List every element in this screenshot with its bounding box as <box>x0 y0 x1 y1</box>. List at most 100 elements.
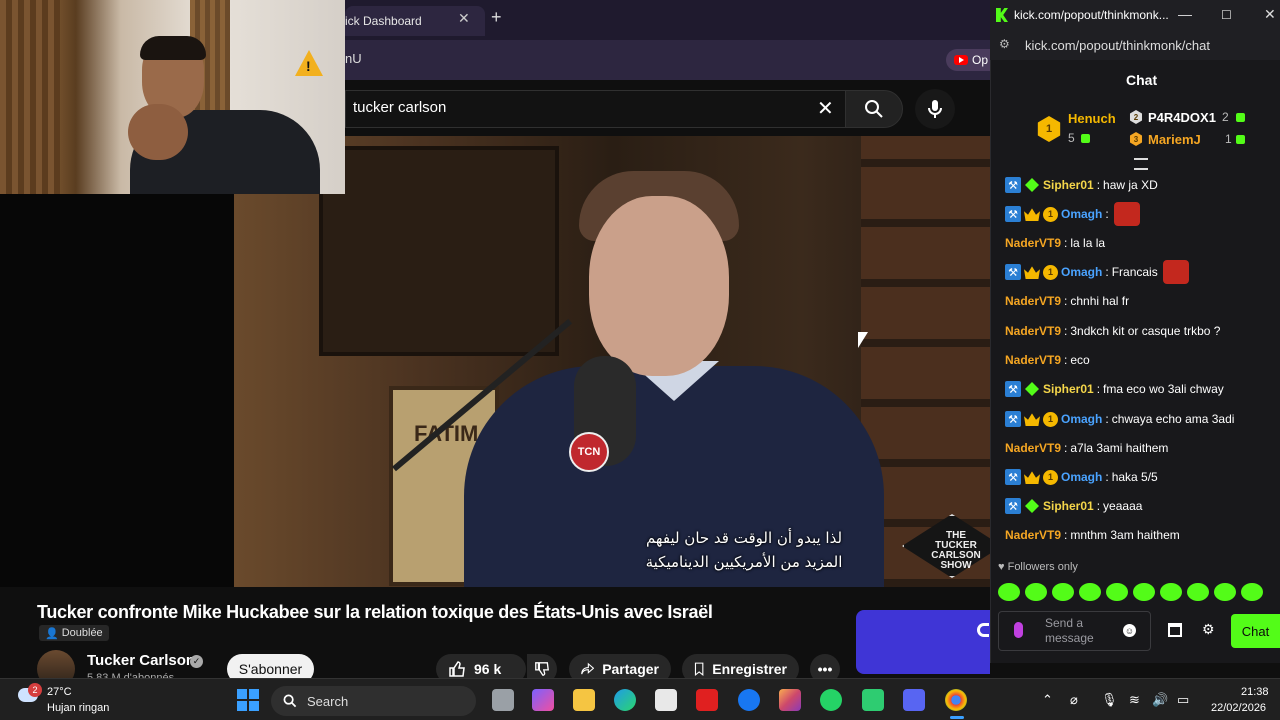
heart-icon: ♥ <box>998 561 1005 573</box>
chat-message: NaderVT9: la la la <box>1005 233 1105 253</box>
emote-button[interactable] <box>1025 583 1047 601</box>
address-text: nU <box>345 51 362 66</box>
copilot-icon[interactable] <box>532 689 554 711</box>
maximize-icon[interactable]: ☐ <box>1221 8 1232 22</box>
battery-icon[interactable]: ▭ <box>1177 692 1189 708</box>
taskbar-search[interactable]: Search <box>271 686 476 716</box>
address-bar[interactable] <box>345 40 1005 80</box>
channel-name[interactable]: Tucker Carlson <box>87 652 195 669</box>
gift-icon[interactable] <box>1168 623 1182 637</box>
chat-settings-icon[interactable]: ⚙ <box>1202 621 1215 638</box>
chat-username[interactable]: NaderVT9 <box>1005 353 1061 367</box>
minimize-icon[interactable]: — <box>1178 6 1192 22</box>
chat-url[interactable]: kick.com/popout/thinkmonk/chat <box>1025 38 1210 53</box>
search-button[interactable] <box>845 90 903 128</box>
emote-button[interactable] <box>1106 583 1128 601</box>
chat-username[interactable]: Omagh <box>1061 207 1102 221</box>
moderator-badge-icon: ⚒ <box>1005 177 1021 193</box>
chat-separator: : <box>1096 499 1101 513</box>
emoji-picker-icon[interactable]: ☺ <box>1123 624 1136 637</box>
chat-message: ⚒ Sipher01: yeaaaa <box>1005 496 1142 516</box>
microphone-icon[interactable]: 🎙 <box>1101 692 1118 708</box>
emote-button[interactable] <box>1079 583 1101 601</box>
leader-name-3[interactable]: MariemJ <box>1148 132 1201 147</box>
voice-search-button[interactable] <box>915 89 955 129</box>
og-badge-icon <box>1025 382 1039 396</box>
emote-button[interactable] <box>1241 583 1263 601</box>
kick-studio-icon[interactable] <box>862 689 884 711</box>
leader-name-1[interactable]: Henuch <box>1068 111 1116 126</box>
more-icon: ••• <box>817 661 833 677</box>
clock-date[interactable]: 22/02/2026 <box>1211 702 1266 714</box>
emote-button[interactable] <box>1214 583 1236 601</box>
crown-badge-icon <box>1024 413 1040 426</box>
followers-only-label: Followers only <box>1007 561 1078 573</box>
chat-header: Chat <box>1126 72 1158 88</box>
edge-browser-icon[interactable] <box>614 689 636 711</box>
emote-button[interactable] <box>1052 583 1074 601</box>
instagram-icon[interactable] <box>779 689 801 711</box>
chat-username[interactable]: Sipher01 <box>1043 178 1094 192</box>
thumbs-up-icon <box>449 661 465 677</box>
camera-off-icon[interactable]: ⌀ <box>1070 692 1078 708</box>
followers-only-indicator: ♥ Followers only <box>998 561 1078 573</box>
windows-start-icon[interactable] <box>237 689 259 711</box>
webcam-overlay <box>0 0 345 194</box>
streamer-hand <box>128 104 188 160</box>
emote-button[interactable] <box>998 583 1020 601</box>
facebook-icon[interactable] <box>738 689 760 711</box>
site-settings-icon[interactable]: ⚙ <box>999 37 1010 51</box>
new-tab-icon[interactable]: + <box>491 7 502 28</box>
emote-button[interactable] <box>1133 583 1155 601</box>
chat-username[interactable]: Sipher01 <box>1043 382 1094 396</box>
chat-separator: : <box>1064 528 1068 542</box>
chat-username[interactable]: Sipher01 <box>1043 499 1094 513</box>
chat-message: NaderVT9: mnthm 3am haithem <box>1005 525 1180 545</box>
wifi-icon[interactable]: ≋ <box>1129 692 1140 708</box>
share-icon <box>581 662 595 675</box>
chat-message: NaderVT9: a7la 3ami haithem <box>1005 438 1168 458</box>
chat-username[interactable]: Omagh <box>1061 265 1102 279</box>
chat-username[interactable]: NaderVT9 <box>1005 441 1061 455</box>
chat-username[interactable]: NaderVT9 <box>1005 236 1061 250</box>
chat-message-text: Francais <box>1111 265 1158 279</box>
youtube-logo-icon <box>954 55 968 65</box>
expand-pinned-icon[interactable] <box>1134 158 1148 170</box>
chat-username[interactable]: Omagh <box>1061 412 1102 426</box>
microphone-icon[interactable] <box>1014 622 1023 638</box>
promo-panel[interactable] <box>856 610 990 674</box>
chat-message-text: 3ndkch kit or casque trkbo ? <box>1070 324 1221 338</box>
app-l-icon[interactable] <box>696 689 718 711</box>
close-window-icon[interactable]: ✕ <box>1264 6 1276 23</box>
video-title: Tucker confronte Mike Huckabee sur la re… <box>37 602 713 622</box>
weather-description[interactable]: Hujan ringan <box>47 702 109 714</box>
microsoft-store-icon[interactable] <box>655 689 677 711</box>
weather-temperature[interactable]: 27°C <box>47 686 72 698</box>
bookmark-icon <box>694 662 704 677</box>
clear-search-icon[interactable]: ✕ <box>817 96 834 121</box>
show-hidden-icons-icon[interactable]: ⌃ <box>1042 692 1053 708</box>
tab-title: ick Dashboard <box>345 14 422 28</box>
whatsapp-icon[interactable] <box>820 689 842 711</box>
chat-message-text: mnthm 3am haithem <box>1070 528 1180 542</box>
chat-message-text: yeaaaa <box>1103 499 1143 513</box>
send-chat-button[interactable]: Chat <box>1231 614 1280 648</box>
chat-username[interactable]: NaderVT9 <box>1005 294 1061 308</box>
chat-username[interactable]: NaderVT9 <box>1005 528 1061 542</box>
leader-name-2[interactable]: P4R4DOX1 <box>1148 110 1216 125</box>
chat-username[interactable]: Omagh <box>1061 470 1102 484</box>
subscriber-badge-icon: 1 <box>1043 469 1058 485</box>
task-view-icon[interactable] <box>492 689 514 711</box>
video-player[interactable]: FATIM TCN THE TUCKER CARLSON SHOW لذا يب… <box>234 136 991 587</box>
chat-username[interactable]: NaderVT9 <box>1005 324 1061 338</box>
emote-button[interactable] <box>1187 583 1209 601</box>
clock-time[interactable]: 21:38 <box>1241 686 1269 698</box>
chrome-icon[interactable] <box>945 689 967 711</box>
file-explorer-icon[interactable] <box>573 689 595 711</box>
tab-close-icon[interactable]: ✕ <box>458 10 470 27</box>
volume-icon[interactable]: 🔊 <box>1152 692 1168 708</box>
subscriber-badge-icon: 1 <box>1043 206 1058 222</box>
emote-button[interactable] <box>1160 583 1182 601</box>
crown-badge-icon <box>1024 266 1040 279</box>
discord-icon[interactable] <box>903 689 925 711</box>
